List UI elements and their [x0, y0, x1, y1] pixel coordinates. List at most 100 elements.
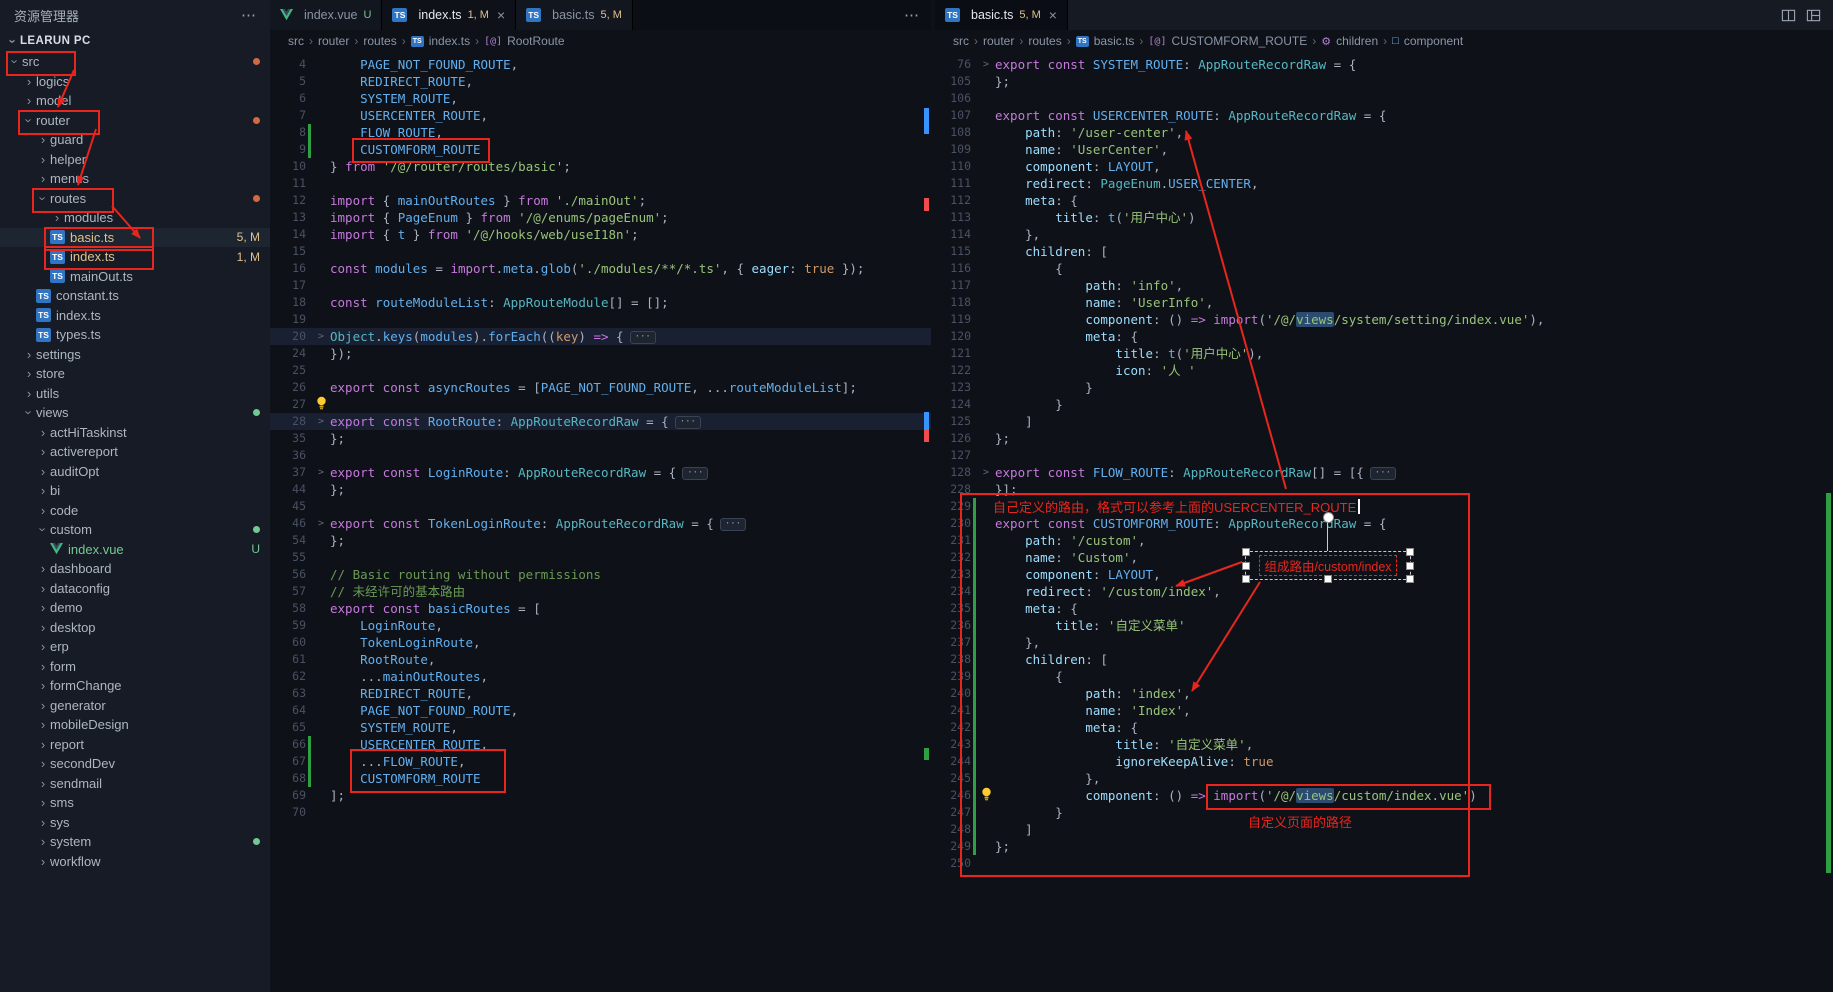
- code-line-20[interactable]: 20>Object.keys(modules).forEach((key) =>…: [270, 328, 931, 345]
- tree-item-workflow[interactable]: ›workflow: [0, 852, 270, 872]
- code-line-114[interactable]: 114 },: [935, 226, 1833, 243]
- code-line-15[interactable]: 15: [270, 243, 931, 260]
- code-line-59[interactable]: 59 LoginRoute,: [270, 617, 931, 634]
- tree-item-code[interactable]: ›code: [0, 501, 270, 521]
- tree-item-utils[interactable]: ›utils: [0, 384, 270, 404]
- code-line-111[interactable]: 111 redirect: PageEnum.USER_CENTER,: [935, 175, 1833, 192]
- tree-item-index.ts[interactable]: TSindex.ts: [0, 306, 270, 326]
- code-line-125[interactable]: 125 ]: [935, 413, 1833, 430]
- tree-item-logics[interactable]: ›logics: [0, 72, 270, 92]
- breadcrumb-item-basic.ts[interactable]: basic.ts: [1094, 34, 1135, 48]
- close-tab-icon[interactable]: ×: [497, 7, 505, 23]
- tree-item-router[interactable]: ›router: [0, 111, 270, 131]
- code-line-108[interactable]: 108 path: '/user-center',: [935, 124, 1833, 141]
- code-line-249[interactable]: 249};: [935, 838, 1833, 855]
- code-line-241[interactable]: 241 name: 'Index',: [935, 702, 1833, 719]
- split-editor-icon[interactable]: [1781, 8, 1796, 23]
- code-line-45[interactable]: 45: [270, 498, 931, 515]
- tree-item-form[interactable]: ›form: [0, 657, 270, 677]
- fold-collapsed-icon[interactable]: >: [314, 328, 328, 345]
- folded-code-ellipsis[interactable]: ···: [720, 518, 746, 531]
- code-line-18[interactable]: 18const routeModuleList: AppRouteModule[…: [270, 294, 931, 311]
- code-line-123[interactable]: 123 }: [935, 379, 1833, 396]
- tree-item-sys[interactable]: ›sys: [0, 813, 270, 833]
- tree-item-types.ts[interactable]: TStypes.ts: [0, 325, 270, 345]
- fold-collapsed-icon[interactable]: >: [979, 56, 993, 73]
- code-line-57[interactable]: 57// 未经许可的基本路由: [270, 583, 931, 600]
- tree-item-custom[interactable]: ›custom: [0, 520, 270, 540]
- code-line-46[interactable]: 46>export const TokenLoginRoute: AppRout…: [270, 515, 931, 532]
- code-line-235[interactable]: 235 meta: {: [935, 600, 1833, 617]
- code-line-232[interactable]: 232 name: 'Custom',: [935, 549, 1833, 566]
- tree-item-settings[interactable]: ›settings: [0, 345, 270, 365]
- code-line-112[interactable]: 112 meta: {: [935, 192, 1833, 209]
- code-line-113[interactable]: 113 title: t('用户中心'): [935, 209, 1833, 226]
- tree-item-index.ts[interactable]: TSindex.ts1, M: [0, 247, 270, 267]
- fold-collapsed-icon[interactable]: >: [314, 413, 328, 430]
- toggle-layout-icon[interactable]: [1806, 8, 1821, 23]
- tree-item-mainOut.ts[interactable]: TSmainOut.ts: [0, 267, 270, 287]
- tree-item-store[interactable]: ›store: [0, 364, 270, 384]
- code-line-106[interactable]: 106: [935, 90, 1833, 107]
- folded-code-ellipsis[interactable]: ···: [675, 416, 701, 429]
- breadcrumb-item-router[interactable]: router: [983, 34, 1014, 48]
- breadcrumb-item-routes[interactable]: routes: [363, 34, 396, 48]
- code-line-63[interactable]: 63 REDIRECT_ROUTE,: [270, 685, 931, 702]
- tree-item-auditOpt[interactable]: ›auditOpt: [0, 462, 270, 482]
- code-line-124[interactable]: 124 }: [935, 396, 1833, 413]
- code-line-240[interactable]: 240 path: 'index',: [935, 685, 1833, 702]
- fold-collapsed-icon[interactable]: >: [979, 464, 993, 481]
- tree-item-basic.ts[interactable]: TSbasic.ts5, M: [0, 228, 270, 248]
- code-line-117[interactable]: 117 path: 'info',: [935, 277, 1833, 294]
- code-line-26[interactable]: 26export const asyncRoutes = [PAGE_NOT_F…: [270, 379, 931, 396]
- tree-item-views[interactable]: ›views: [0, 403, 270, 423]
- code-line-58[interactable]: 58export const basicRoutes = [: [270, 600, 931, 617]
- tree-item-guard[interactable]: ›guard: [0, 130, 270, 150]
- tree-item-sendmail[interactable]: ›sendmail: [0, 774, 270, 794]
- fold-collapsed-icon[interactable]: >: [314, 515, 328, 532]
- code-line-16[interactable]: 16const modules = import.meta.glob('./mo…: [270, 260, 931, 277]
- tab-basic.ts[interactable]: TSbasic.ts5, M: [516, 0, 633, 30]
- code-line-28[interactable]: 28>export const RootRoute: AppRouteRecor…: [270, 413, 931, 430]
- code-line-10[interactable]: 10} from '/@/router/routes/basic';: [270, 158, 931, 175]
- code-line-60[interactable]: 60 TokenLoginRoute,: [270, 634, 931, 651]
- breadcrumb-item-RootRoute[interactable]: RootRoute: [507, 34, 564, 48]
- tab-index.ts[interactable]: TSindex.ts1, M×: [382, 0, 516, 30]
- code-line-127[interactable]: 127: [935, 447, 1833, 464]
- breadcrumb-item-router[interactable]: router: [318, 34, 349, 48]
- tree-item-index.vue[interactable]: index.vueU: [0, 540, 270, 560]
- breadcrumb-item-src[interactable]: src: [953, 34, 969, 48]
- tree-item-mobileDesign[interactable]: ›mobileDesign: [0, 715, 270, 735]
- tab-index.vue[interactable]: index.vueU: [270, 0, 382, 30]
- code-line-119[interactable]: 119 component: () => import('/@/views/sy…: [935, 311, 1833, 328]
- code-line-11[interactable]: 11: [270, 175, 931, 192]
- code-line-61[interactable]: 61 RootRoute,: [270, 651, 931, 668]
- code-line-230[interactable]: 230export const CUSTOMFORM_ROUTE: AppRou…: [935, 515, 1833, 532]
- code-line-19[interactable]: 19: [270, 311, 931, 328]
- code-line-27[interactable]: 27: [270, 396, 931, 413]
- tree-item-report[interactable]: ›report: [0, 735, 270, 755]
- code-line-110[interactable]: 110 component: LAYOUT,: [935, 158, 1833, 175]
- code-line-116[interactable]: 116 {: [935, 260, 1833, 277]
- code-line-64[interactable]: 64 PAGE_NOT_FOUND_ROUTE,: [270, 702, 931, 719]
- code-line-107[interactable]: 107export const USERCENTER_ROUTE: AppRou…: [935, 107, 1833, 124]
- code-line-128[interactable]: 128>export const FLOW_ROUTE: AppRouteRec…: [935, 464, 1833, 481]
- code-line-5[interactable]: 5 REDIRECT_ROUTE,: [270, 73, 931, 90]
- code-line-239[interactable]: 239 {: [935, 668, 1833, 685]
- code-line-120[interactable]: 120 meta: {: [935, 328, 1833, 345]
- code-line-70[interactable]: 70: [270, 804, 931, 821]
- code-line-44[interactable]: 44};: [270, 481, 931, 498]
- code-line-25[interactable]: 25: [270, 362, 931, 379]
- tree-item-formChange[interactable]: ›formChange: [0, 676, 270, 696]
- tree-item-constant.ts[interactable]: TSconstant.ts: [0, 286, 270, 306]
- breadcrumb-item-routes[interactable]: routes: [1028, 34, 1061, 48]
- breadcrumb-item-CUSTOMFORM_ROUTE[interactable]: CUSTOMFORM_ROUTE: [1171, 34, 1307, 48]
- code-line-62[interactable]: 62 ...mainOutRoutes,: [270, 668, 931, 685]
- code-line-238[interactable]: 238 children: [: [935, 651, 1833, 668]
- tree-item-secondDev[interactable]: ›secondDev: [0, 754, 270, 774]
- folded-code-ellipsis[interactable]: ···: [682, 467, 708, 480]
- tree-item-routes[interactable]: ›routes: [0, 189, 270, 209]
- code-line-69[interactable]: 69];: [270, 787, 931, 804]
- code-line-66[interactable]: 66 USERCENTER_ROUTE,: [270, 736, 931, 753]
- tree-item-system[interactable]: ›system: [0, 832, 270, 852]
